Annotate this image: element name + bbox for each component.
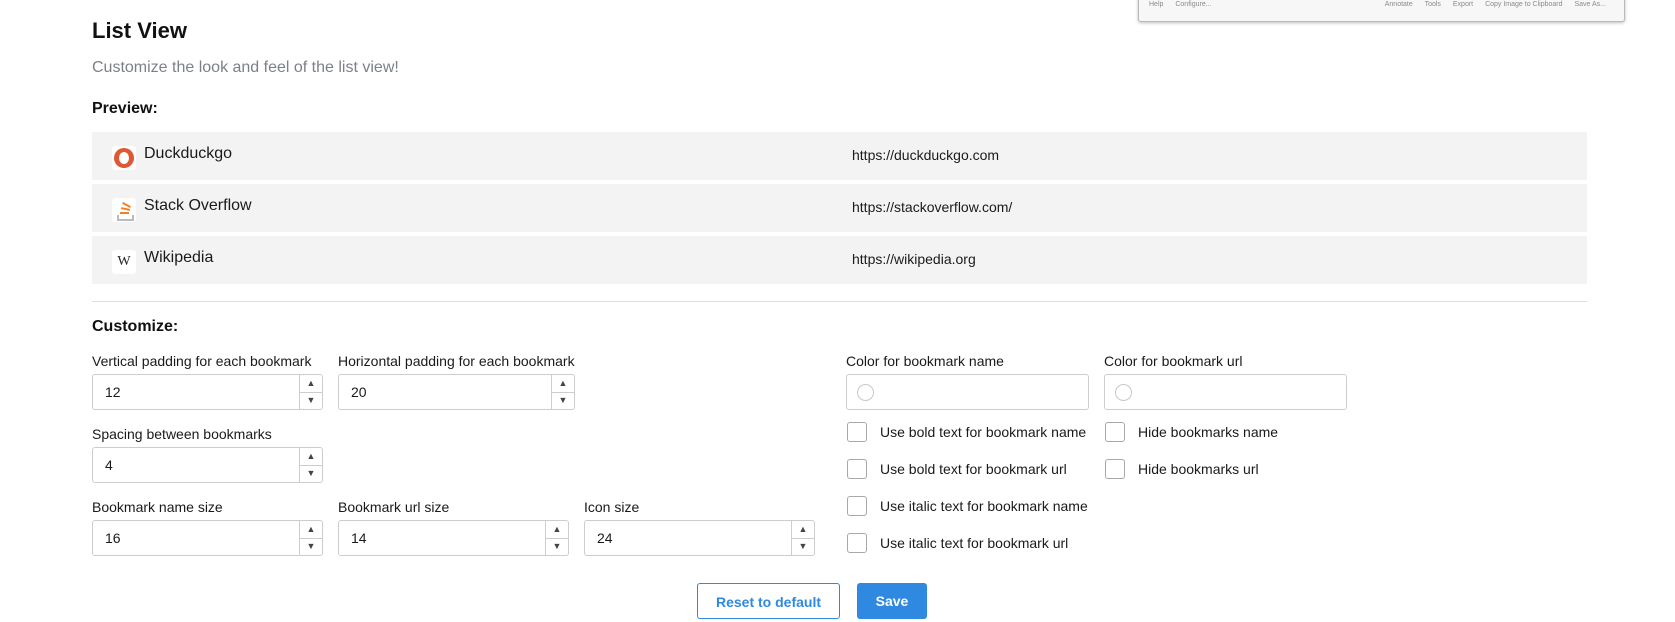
preview-bookmark-url: https://stackoverflow.com/ xyxy=(852,199,1013,215)
icon-size-stepper[interactable]: ▲ ▼ xyxy=(791,521,814,555)
checkbox-box[interactable] xyxy=(847,459,867,479)
bold-url-label: Use bold text for bookmark url xyxy=(880,461,1067,477)
thumbnail-export-label: Export xyxy=(1452,1,1474,8)
chevron-down-icon[interactable]: ▼ xyxy=(300,392,322,409)
preview-bookmark-url: https://wikipedia.org xyxy=(852,251,976,267)
name-color-input[interactable] xyxy=(846,374,1089,410)
url-color-input[interactable] xyxy=(1104,374,1347,410)
chevron-down-icon[interactable]: ▼ xyxy=(300,465,322,482)
url-size-stepper[interactable]: ▲ ▼ xyxy=(545,521,568,555)
chevron-up-icon[interactable]: ▲ xyxy=(300,448,322,466)
name-size-input[interactable]: 16 ▲ ▼ xyxy=(92,520,323,556)
url-size-value: 14 xyxy=(351,530,367,546)
url-color-label: Color for bookmark url xyxy=(1104,353,1243,369)
spacing-stepper[interactable]: ▲ ▼ xyxy=(299,448,322,482)
hide-url-checkbox[interactable]: Hide bookmarks url xyxy=(1105,459,1259,479)
stackoverflow-icon xyxy=(112,198,136,222)
chevron-up-icon[interactable]: ▲ xyxy=(300,375,322,393)
italic-url-label: Use italic text for bookmark url xyxy=(880,535,1069,551)
hide-url-label: Hide bookmarks url xyxy=(1138,461,1259,477)
spacing-label: Spacing between bookmarks xyxy=(92,426,272,442)
name-size-stepper[interactable]: ▲ ▼ xyxy=(299,521,322,555)
chevron-down-icon[interactable]: ▼ xyxy=(552,392,574,409)
chevron-up-icon[interactable]: ▲ xyxy=(552,375,574,393)
checkbox-box[interactable] xyxy=(847,496,867,516)
horizontal-padding-label: Horizontal padding for each bookmark xyxy=(338,353,575,369)
vertical-padding-value: 12 xyxy=(105,384,121,400)
duckduckgo-icon xyxy=(112,146,136,170)
chevron-up-icon[interactable]: ▲ xyxy=(546,521,568,539)
thumbnail-toolbar-right: Annotate Tools Export Copy Image to Clip… xyxy=(1385,1,1616,8)
thumbnail-help-label: Help xyxy=(1149,1,1164,8)
horizontal-padding-input[interactable]: 20 ▲ ▼ xyxy=(338,374,575,410)
page-title: List View xyxy=(92,18,187,43)
chevron-up-icon[interactable]: ▲ xyxy=(300,521,322,539)
horizontal-padding-stepper[interactable]: ▲ ▼ xyxy=(551,375,574,409)
color-swatch-icon[interactable] xyxy=(857,384,874,401)
italic-name-checkbox[interactable]: Use italic text for bookmark name xyxy=(847,496,1088,516)
page-subtitle: Customize the look and feel of the list … xyxy=(92,59,399,76)
hide-name-checkbox[interactable]: Hide bookmarks name xyxy=(1105,422,1278,442)
vertical-padding-input[interactable]: 12 ▲ ▼ xyxy=(92,374,323,410)
thumbnail-copy-label: Copy Image to Clipboard xyxy=(1485,1,1563,8)
url-size-label: Bookmark url size xyxy=(338,499,450,515)
preview-bookmark-name: Duckduckgo xyxy=(144,145,233,162)
icon-size-input[interactable]: 24 ▲ ▼ xyxy=(584,520,815,556)
url-size-input[interactable]: 14 ▲ ▼ xyxy=(338,520,569,556)
checkbox-box[interactable] xyxy=(847,533,867,553)
chevron-down-icon[interactable]: ▼ xyxy=(792,538,814,555)
name-size-value: 16 xyxy=(105,530,121,546)
reset-to-default-button[interactable]: Reset to default xyxy=(697,583,840,619)
thumbnail-annotate-label: Annotate xyxy=(1384,1,1413,8)
bold-url-checkbox[interactable]: Use bold text for bookmark url xyxy=(847,459,1067,479)
icon-size-label: Icon size xyxy=(584,499,640,515)
preview-row-stackoverflow: Stack Overflow https://stackoverflow.com… xyxy=(92,184,1587,232)
color-swatch-icon[interactable] xyxy=(1115,384,1132,401)
preview-bookmark-name: Stack Overflow xyxy=(144,197,252,214)
preview-label: Preview: xyxy=(92,100,158,117)
thumbnail-saveas-label: Save As... xyxy=(1574,1,1606,8)
hide-name-label: Hide bookmarks name xyxy=(1138,424,1279,440)
thumbnail-configure-label: Configure... xyxy=(1175,1,1212,8)
checkbox-box[interactable] xyxy=(847,422,867,442)
preview-row-wikipedia: W Wikipedia https://wikipedia.org xyxy=(92,236,1587,284)
save-button[interactable]: Save xyxy=(857,583,927,619)
thumbnail-tools-label: Tools xyxy=(1424,1,1441,8)
italic-name-label: Use italic text for bookmark name xyxy=(880,498,1088,514)
spacing-input[interactable]: 4 ▲ ▼ xyxy=(92,447,323,483)
customize-label: Customize: xyxy=(92,318,179,335)
section-divider xyxy=(92,301,1587,302)
chevron-up-icon[interactable]: ▲ xyxy=(792,521,814,539)
wikipedia-icon: W xyxy=(112,250,136,274)
icon-size-value: 24 xyxy=(597,530,613,546)
screenshot-thumbnail: Help Configure... Annotate Tools Export … xyxy=(1138,0,1625,22)
chevron-down-icon[interactable]: ▼ xyxy=(300,538,322,555)
horizontal-padding-value: 20 xyxy=(351,384,367,400)
bold-name-label: Use bold text for bookmark name xyxy=(880,424,1087,440)
preview-bookmark-url: https://duckduckgo.com xyxy=(852,147,1000,163)
preview-row-duckduckgo: Duckduckgo https://duckduckgo.com xyxy=(92,132,1587,180)
name-color-label: Color for bookmark name xyxy=(846,353,1004,369)
vertical-padding-stepper[interactable]: ▲ ▼ xyxy=(299,375,322,409)
spacing-value: 4 xyxy=(105,457,113,473)
name-size-label: Bookmark name size xyxy=(92,499,223,515)
bold-name-checkbox[interactable]: Use bold text for bookmark name xyxy=(847,422,1086,442)
thumbnail-toolbar-left: Help Configure... xyxy=(1149,1,1222,8)
chevron-down-icon[interactable]: ▼ xyxy=(546,538,568,555)
preview-bookmark-name: Wikipedia xyxy=(144,249,214,266)
italic-url-checkbox[interactable]: Use italic text for bookmark url xyxy=(847,533,1068,553)
vertical-padding-label: Vertical padding for each bookmark xyxy=(92,353,312,369)
checkbox-box[interactable] xyxy=(1105,422,1125,442)
checkbox-box[interactable] xyxy=(1105,459,1125,479)
